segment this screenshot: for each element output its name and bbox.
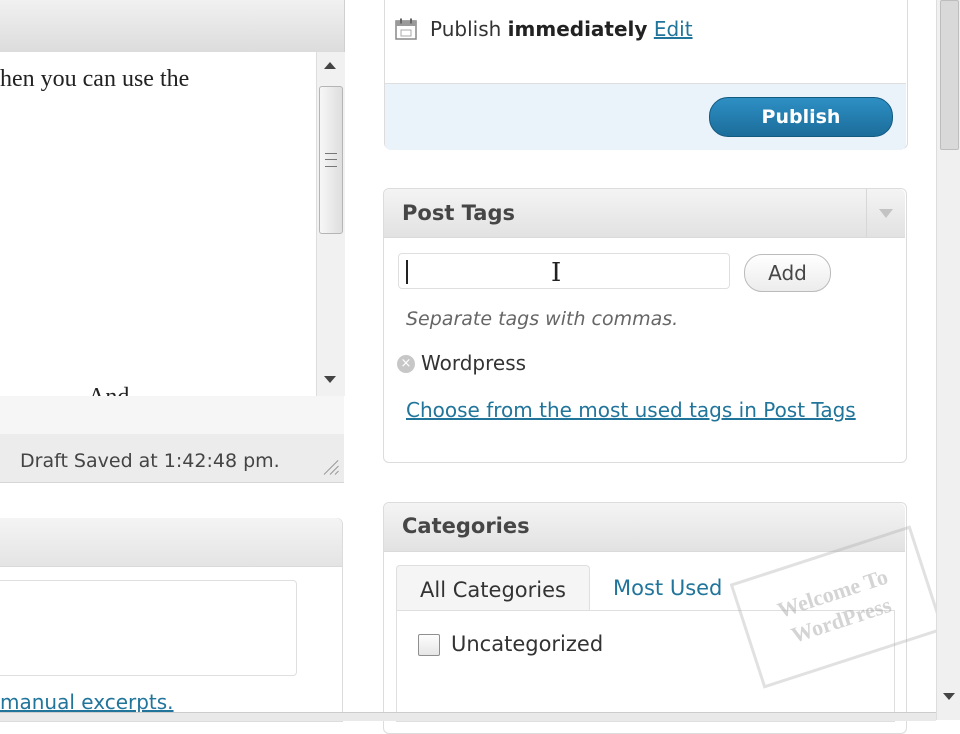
edit-schedule-link[interactable]: Edit [654, 17, 693, 41]
calendar-icon [395, 18, 417, 40]
grip-icon [325, 153, 337, 167]
category-label: Uncategorized [451, 632, 604, 656]
publish-label: Publish [430, 17, 502, 41]
scroll-up-icon[interactable] [324, 62, 336, 69]
page-scrollbar[interactable] [936, 0, 960, 720]
triangle-down-icon[interactable] [866, 189, 905, 237]
choose-most-used-tags-link[interactable]: Choose from the most used tags in Post T… [406, 396, 876, 425]
tag-item: Wordpress [421, 351, 527, 375]
editor-text-line: hen you can use the [0, 66, 190, 92]
resize-handle-icon[interactable] [322, 458, 340, 476]
x-circle-icon[interactable]: × [397, 355, 415, 373]
publish-button[interactable]: Publish [709, 97, 893, 137]
publish-when: immediately [507, 17, 648, 41]
ibeam-cursor-icon: I [551, 258, 562, 288]
editor-toolbar [0, 0, 345, 53]
page-scrollbar-thumb[interactable] [940, 0, 959, 150]
manual-excerpts-link[interactable]: manual excerpts. [0, 690, 174, 714]
category-checkbox[interactable] [418, 634, 440, 656]
excerpt-textarea[interactable] [0, 580, 297, 676]
draft-saved-status: Draft Saved at 1:42:48 pm. [20, 450, 280, 472]
tab-most-used[interactable]: Most Used [613, 576, 722, 600]
post-content-editor[interactable] [0, 52, 318, 396]
scroll-down-icon[interactable] [324, 376, 336, 383]
tag-input[interactable] [398, 253, 730, 289]
publish-schedule: Publish immediately Edit [430, 17, 693, 41]
scroll-down-icon[interactable] [943, 693, 955, 700]
categories-title: Categories [402, 514, 530, 538]
post-tags-title: Post Tags [402, 201, 515, 225]
editor-scrollbar[interactable] [316, 52, 345, 396]
scrollbar-thumb[interactable] [319, 86, 343, 234]
text-caret [406, 260, 408, 284]
editor-footer [0, 396, 344, 435]
tab-all-categories[interactable]: All Categories [396, 565, 590, 611]
excerpt-box-header[interactable] [0, 518, 342, 567]
add-tag-button[interactable]: Add [744, 254, 831, 292]
tags-hint: Separate tags with commas. [406, 308, 679, 330]
